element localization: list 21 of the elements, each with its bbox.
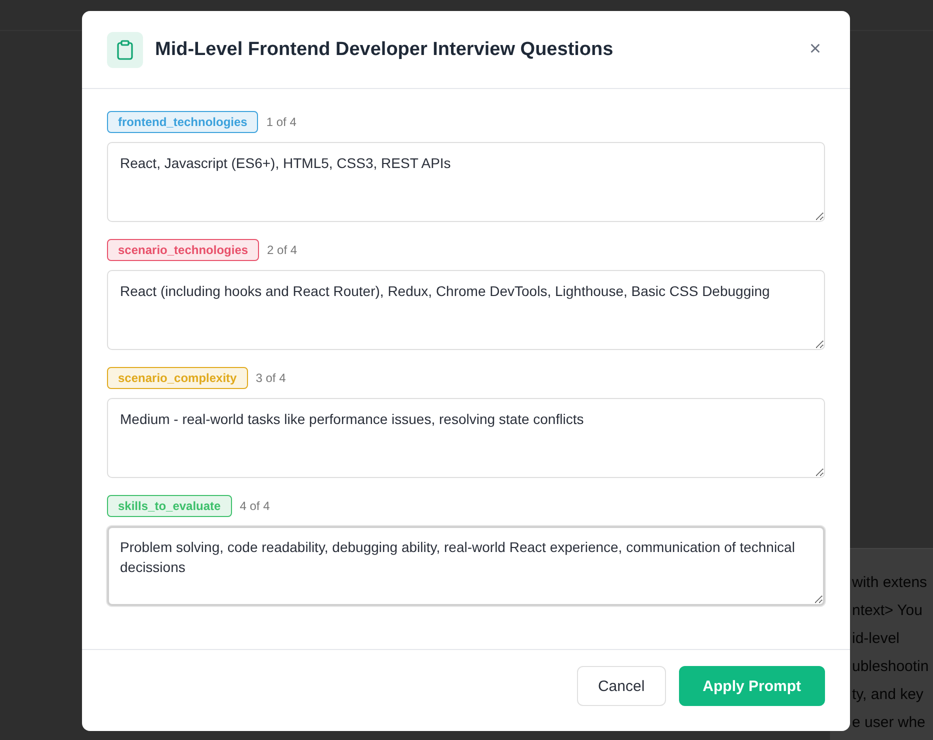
field-counter: 4 of 4 [240, 499, 270, 513]
text-area[interactable]: Medium - real-world tasks like performance issues, resolving state conflicts [107, 398, 825, 478]
text-area[interactable]: React (including hooks and React Router), Redux, Chrome DevTools, Lighthouse, Basic CSS Debugging [107, 270, 825, 350]
variable-tag: scenario_technologies [107, 239, 260, 261]
field-counter: 3 of 4 [256, 371, 286, 385]
background-text: id-level [852, 629, 901, 649]
background-text: with extens [852, 573, 928, 593]
background-text: ntext> You [852, 601, 924, 621]
background-text: ubleshootin [852, 657, 930, 677]
field-counter: 1 of 4 [266, 115, 296, 129]
text-area[interactable]: React, Javascript (ES6+), HTML5, CSS3, REST APIs [107, 142, 825, 222]
background-text: ty, and key [852, 685, 924, 705]
dialog-title: Mid-Level Frontend Developer Interview Questions [155, 38, 614, 60]
text-area[interactable]: Problem solving, code readability, debugging ability, real-world React experience, communication of technical decissions [107, 526, 825, 606]
close-button[interactable]: × [805, 38, 825, 61]
variable-tag: frontend_technologies [107, 111, 258, 133]
variable-tag: scenario_complexity [107, 367, 248, 389]
cancel-button[interactable]: Cancel [576, 666, 666, 706]
variable-tag: skills_to_evaluate [107, 495, 232, 517]
field-counter: 2 of 4 [267, 243, 298, 257]
clipboard-icon [107, 32, 143, 68]
